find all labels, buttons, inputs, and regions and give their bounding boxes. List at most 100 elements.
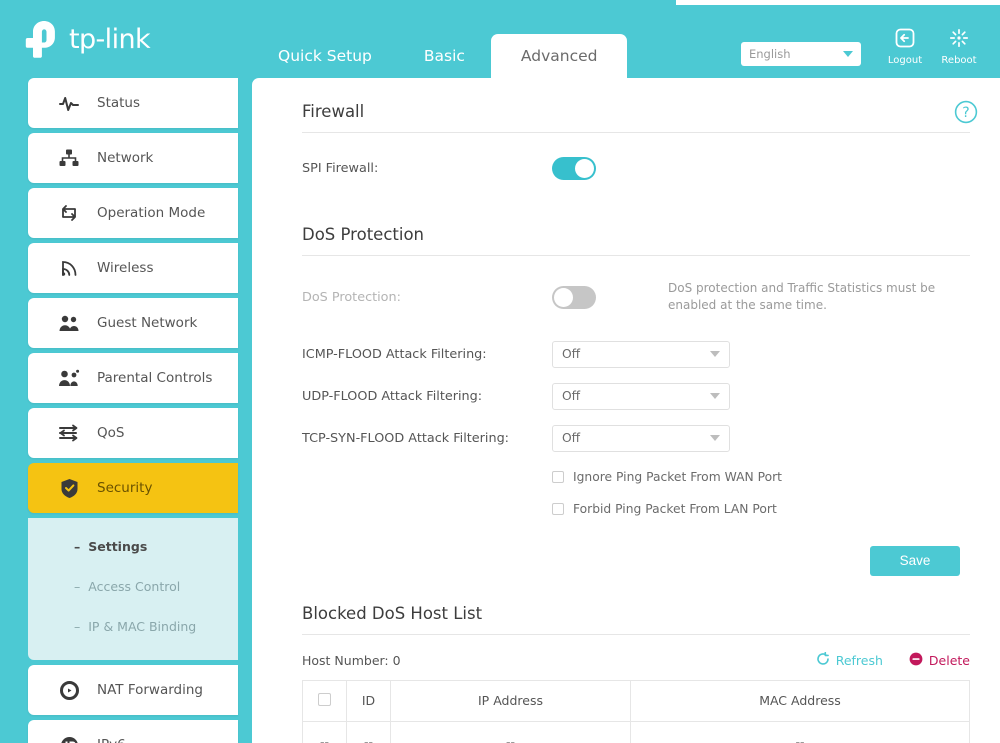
reboot-button[interactable]: Reboot [936, 28, 982, 66]
sidebar-subitem-settings[interactable]: – Settings [28, 526, 238, 566]
shield-check-icon [58, 478, 80, 498]
ignore-ping-wan-checkbox[interactable] [552, 470, 564, 483]
sidebar: Status Network Operation Mode Wireless G… [28, 78, 238, 743]
sidebar-item-label: IPv6 [97, 737, 126, 743]
brand-logo[interactable]: tp-link [22, 18, 151, 60]
cell-select: -- [302, 720, 347, 743]
toggle-knob [575, 159, 594, 178]
minus-circle-icon [909, 652, 923, 669]
dos-section-title: DoS Protection [302, 225, 970, 256]
security-submenu: – Settings – Access Control – IP & MAC B… [28, 518, 238, 660]
column-header-id: ID [346, 679, 391, 722]
chevron-down-icon [710, 351, 720, 358]
sidebar-subitem-ip-mac-binding[interactable]: – IP & MAC Binding [28, 606, 238, 646]
sidebar-item-label: Operation Mode [97, 205, 206, 221]
logout-icon [895, 28, 915, 52]
forbid-ping-lan-row[interactable]: Forbid Ping Packet From LAN Port [552, 502, 970, 516]
sidebar-item-label: Network [97, 150, 154, 166]
udp-flood-row: UDP-FLOOD Attack Filtering: Off [302, 382, 970, 410]
spi-firewall-label: SPI Firewall: [302, 161, 379, 176]
sidebar-subitem-label: Settings [88, 538, 148, 554]
icmp-flood-dropdown[interactable]: Off [552, 340, 730, 368]
sidebar-item-label: Parental Controls [97, 370, 213, 386]
tcp-syn-flood-label: TCP-SYN-FLOOD Attack Filtering: [302, 430, 509, 446]
sidebar-item-wireless[interactable]: Wireless [28, 243, 238, 293]
reboot-label: Reboot [941, 55, 977, 66]
language-select[interactable]: English [741, 42, 861, 66]
ignore-ping-wan-label: Ignore Ping Packet From WAN Port [573, 469, 782, 484]
dos-protection-label: DoS Protection: [302, 289, 401, 305]
icmp-flood-row: ICMP-FLOOD Attack Filtering: Off [302, 340, 970, 368]
dash-marker: – [74, 618, 81, 634]
sidebar-item-parental-controls[interactable]: Parental Controls [28, 353, 238, 403]
blocked-host-table: ID IP Address MAC Address -- -- -- -- [302, 679, 970, 743]
wifi-signal-icon [58, 259, 80, 277]
column-header-mac-address: MAC Address [630, 679, 970, 722]
sidebar-item-label: Status [97, 95, 141, 111]
sidebar-item-label: QoS [97, 425, 125, 441]
sidebar-subitem-access-control[interactable]: – Access Control [28, 566, 238, 606]
udp-flood-dropdown[interactable]: Off [552, 382, 730, 410]
save-button[interactable]: Save [870, 545, 960, 576]
router-admin-page: tp-link Quick Setup Basic Advanced Engli… [0, 0, 1000, 743]
sidebar-item-guest-network[interactable]: Guest Network [28, 298, 238, 348]
chevron-down-icon [710, 435, 720, 442]
firewall-section-title: Firewall [302, 102, 970, 133]
brand-name: tp-link [69, 23, 151, 55]
icmp-flood-label: ICMP-FLOOD Attack Filtering: [302, 346, 487, 362]
forbid-ping-lan-label: Forbid Ping Packet From LAN Port [573, 501, 777, 516]
tab-advanced[interactable]: Advanced [490, 34, 628, 83]
sidebar-item-operation-mode[interactable]: Operation Mode [28, 188, 238, 238]
sidebar-item-nat-forwarding[interactable]: NAT Forwarding [28, 665, 238, 715]
tcp-syn-flood-row: TCP-SYN-FLOOD Attack Filtering: Off [302, 424, 970, 452]
table-header-row: ID IP Address MAC Address [302, 679, 970, 722]
sidebar-item-network[interactable]: Network [28, 133, 238, 183]
sidebar-item-status[interactable]: Status [28, 78, 238, 128]
forbid-ping-lan-checkbox[interactable] [552, 502, 564, 515]
sidebar-item-label: NAT Forwarding [97, 682, 203, 698]
sidebar-item-ipv6[interactable]: IPv6 [28, 720, 238, 743]
spi-firewall-toggle[interactable] [552, 157, 596, 180]
ignore-ping-wan-row[interactable]: Ignore Ping Packet From WAN Port [552, 470, 970, 484]
save-row: Save [302, 545, 970, 576]
select-all-checkbox[interactable] [318, 692, 331, 706]
sidebar-item-label: Security [97, 480, 153, 496]
delete-button[interactable]: Delete [909, 652, 970, 669]
sidebar-subitem-label: Access Control [88, 578, 181, 594]
dash-marker: – [74, 578, 81, 594]
tcp-syn-flood-value: Off [562, 431, 581, 446]
cell-id: -- [346, 720, 391, 743]
language-value: English [749, 47, 791, 61]
refresh-circular-icon [816, 651, 830, 669]
logout-label: Logout [887, 55, 923, 66]
table-row[interactable]: -- -- -- -- [302, 720, 970, 743]
dos-protection-toggle[interactable] [552, 285, 596, 309]
blocked-list-header: Host Number: 0 Refresh Delete [302, 651, 970, 669]
ipv6-icon [58, 736, 80, 743]
refresh-label: Refresh [835, 652, 883, 668]
circular-arrows-icon [58, 680, 80, 700]
toggle-knob [554, 287, 573, 307]
logout-button[interactable]: Logout [882, 28, 928, 66]
icmp-flood-value: Off [562, 347, 581, 362]
dos-protection-hint: DoS protection and Traffic Statistics mu… [668, 281, 936, 313]
sidebar-subitem-label: IP & MAC Binding [88, 618, 197, 634]
pulse-icon [58, 95, 80, 111]
parent-child-icon [58, 369, 80, 387]
host-number-label: Host Number: 0 [302, 652, 401, 668]
people-icon [58, 314, 80, 332]
network-tree-icon [58, 149, 80, 167]
sidebar-item-label: Wireless [97, 260, 154, 276]
tcp-syn-flood-dropdown[interactable]: Off [552, 424, 730, 452]
help-question-icon[interactable]: ? [954, 100, 978, 128]
dos-protection-row: DoS Protection: DoS protection and Traff… [302, 280, 970, 315]
column-header-ip-address: IP Address [390, 679, 631, 722]
sidebar-item-qos[interactable]: QoS [28, 408, 238, 458]
sidebar-item-security[interactable]: Security [28, 463, 238, 513]
content-panel: ? Firewall SPI Firewall: DoS Protection … [252, 78, 1000, 743]
refresh-button[interactable]: Refresh [816, 651, 883, 669]
sidebar-item-label: Guest Network [97, 315, 198, 331]
svg-text:?: ? [962, 105, 969, 121]
chevron-down-icon [710, 393, 720, 400]
blocked-list-title: Blocked DoS Host List [302, 604, 970, 635]
